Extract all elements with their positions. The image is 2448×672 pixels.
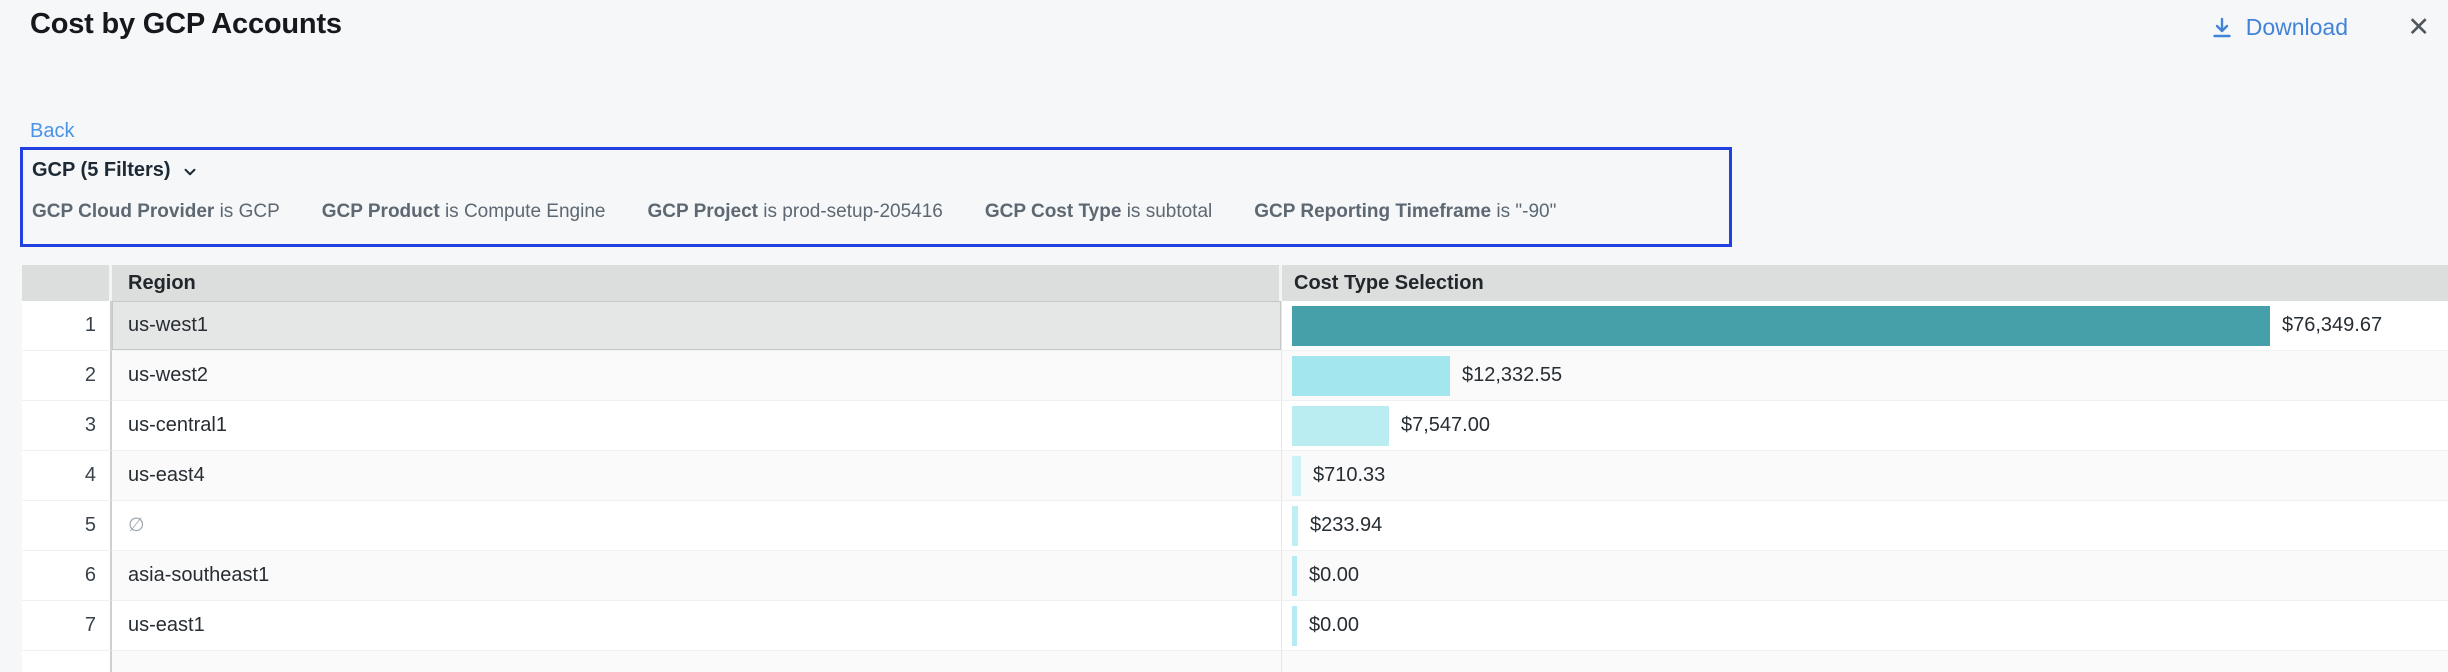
region-cell[interactable]: us-central1 [112,401,1282,451]
cost-bar [1292,506,1298,546]
row-index: 5 [22,501,112,551]
region-cell[interactable]: us-west2 [112,351,1282,401]
cost-bar [1292,306,2270,346]
cost-bar-cell[interactable]: $0.00 [1282,551,2448,601]
filter-condition: is subtotal [1127,201,1213,222]
cost-column-header[interactable]: Cost Type Selection [1282,265,2448,301]
table-row[interactable]: 6 asia-southeast1 $0.00 [22,551,2448,601]
region-cell[interactable]: ∅ [112,501,1282,551]
table-row[interactable]: 5 ∅ $233.94 [22,501,2448,551]
filter-name: GCP Cost Type [985,201,1122,222]
cost-value: $710.33 [1313,464,1385,487]
filter-condition: is GCP [220,201,280,222]
filter-chip[interactable]: GCP Reporting Timeframe is "-90" [1254,201,1556,223]
download-icon [2210,16,2234,40]
row-index: 3 [22,401,112,451]
close-icon[interactable]: ✕ [2403,10,2434,45]
cost-value: $7,547.00 [1401,414,1490,437]
table-row[interactable]: 2 us-west2 $12,332.55 [22,351,2448,401]
region-cell[interactable]: us-east1 [112,601,1282,651]
download-label: Download [2246,14,2348,41]
cost-bar-cell[interactable]: $0.00 [1282,601,2448,651]
region-column-header[interactable]: Region [112,265,1282,301]
cost-value: $0.00 [1309,614,1359,637]
cost-value: $233.94 [1310,514,1382,537]
filter-chip[interactable]: GCP Cost Type is subtotal [985,201,1212,223]
filter-name: GCP Product [322,201,440,222]
cost-bar [1292,456,1301,496]
cost-table: Region Cost Type Selection 1 us-west1 $7… [22,265,2448,672]
row-index: 7 [22,601,112,651]
download-button[interactable]: Download [2210,14,2348,41]
cost-value: $0.00 [1309,564,1359,587]
cost-value: $12,332.55 [1462,364,1562,387]
table-row-partial [22,651,2448,672]
chevron-down-icon [181,161,199,181]
page-title: Cost by GCP Accounts [30,8,342,41]
cost-bar [1292,556,1297,596]
table-rows: 1 us-west1 $76,349.67 2 us-west2 $12,332… [22,301,2448,651]
region-cell[interactable]: asia-southeast1 [112,551,1282,601]
cost-bar-cell[interactable]: $233.94 [1282,501,2448,551]
back-link[interactable]: Back [30,120,74,143]
filter-panel: GCP (5 Filters) GCP Cloud Provider is GC… [20,147,1732,247]
filter-name: GCP Project [647,201,758,222]
cost-bar-cell[interactable]: $12,332.55 [1282,351,2448,401]
filter-chip[interactable]: GCP Project is prod-setup-205416 [647,201,942,223]
filter-chip-list: GCP Cloud Provider is GCP GCP Product is … [32,201,1719,223]
cost-bar-cell[interactable]: $710.33 [1282,451,2448,501]
table-row[interactable]: 1 us-west1 $76,349.67 [22,301,2448,351]
filter-summary-dropdown[interactable]: GCP (5 Filters) [32,159,1719,182]
table-header-row: Region Cost Type Selection [22,265,2448,301]
filter-chip[interactable]: GCP Product is Compute Engine [322,201,606,223]
region-cell[interactable]: us-west1 [112,301,1282,351]
cost-bar [1292,406,1389,446]
row-number-column-header [22,265,112,301]
filter-condition: is "-90" [1496,201,1556,222]
row-index: 6 [22,551,112,601]
table-row[interactable]: 7 us-east1 $0.00 [22,601,2448,651]
cost-bar [1292,356,1450,396]
row-index: 4 [22,451,112,501]
cost-bar-cell[interactable]: $76,349.67 [1282,301,2448,351]
modal-cost-by-gcp-accounts: Cost by GCP Accounts Download ✕ Back GCP… [0,0,2448,672]
filter-summary-label: GCP (5 Filters) [32,159,171,182]
filter-condition: is Compute Engine [445,201,606,222]
table-row[interactable]: 3 us-central1 $7,547.00 [22,401,2448,451]
cost-bar [1292,606,1297,646]
row-index: 2 [22,351,112,401]
table-row[interactable]: 4 us-east4 $710.33 [22,451,2448,501]
filter-name: GCP Cloud Provider [32,201,214,222]
filter-condition: is prod-setup-205416 [763,201,943,222]
row-index: 1 [22,301,112,351]
cost-value: $76,349.67 [2282,314,2382,337]
filter-name: GCP Reporting Timeframe [1254,201,1491,222]
cost-bar-cell[interactable]: $7,547.00 [1282,401,2448,451]
region-cell[interactable]: us-east4 [112,451,1282,501]
filter-chip[interactable]: GCP Cloud Provider is GCP [32,201,280,223]
